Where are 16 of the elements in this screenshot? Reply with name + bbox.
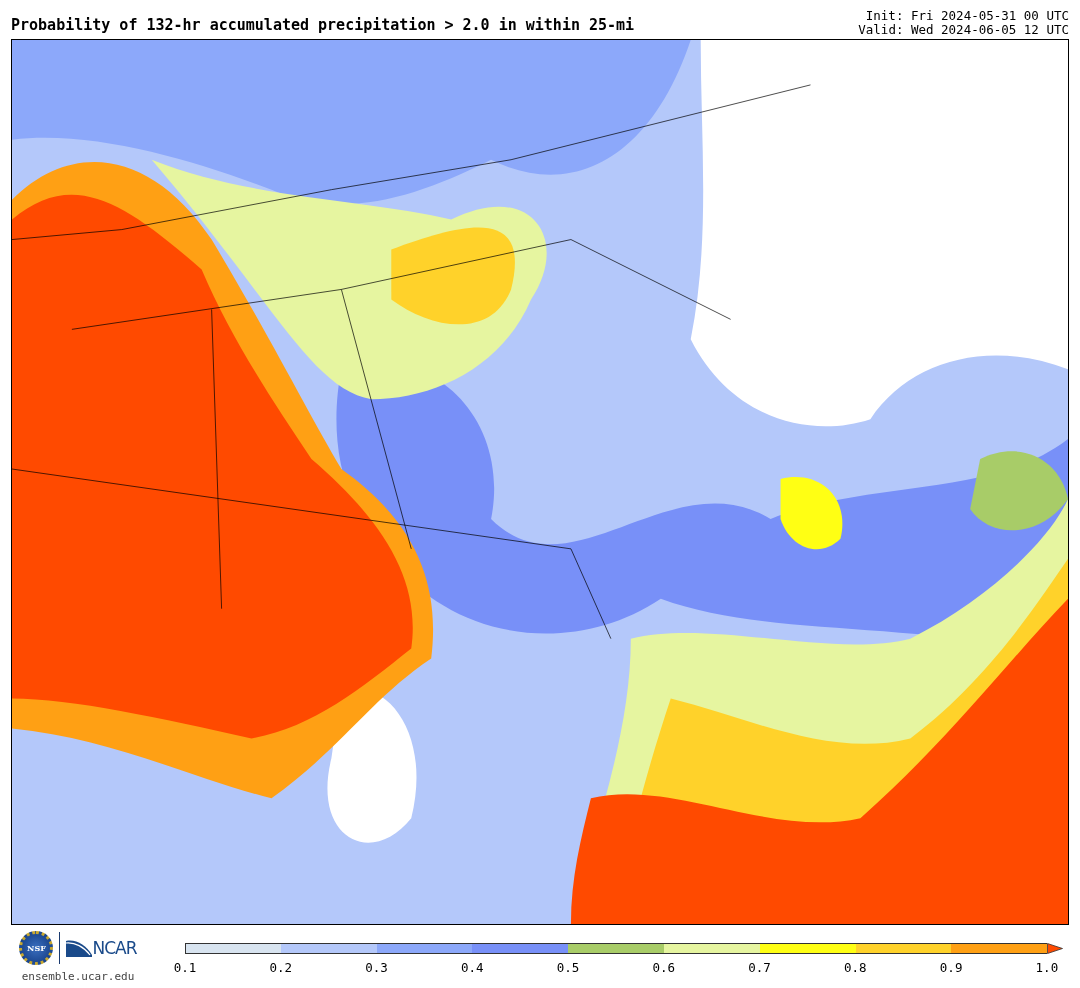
website-url: ensemble.ucar.edu <box>21 970 135 983</box>
colorbar-tick-label: 0.1 <box>173 960 197 975</box>
ncar-logo: NCAR <box>66 938 137 958</box>
nsf-logo: NSF <box>19 931 54 965</box>
valid-time: Valid: Wed 2024-06-05 12 UTC <box>858 23 1069 37</box>
colorbar-tick-label: 0.4 <box>460 960 485 975</box>
colorbar-tick-label: 0.9 <box>939 960 964 975</box>
colorbar-tick-label: 0.5 <box>556 960 581 975</box>
colorbar-tick-label: 0.8 <box>843 960 868 975</box>
colorbar-tick-label: 0.3 <box>364 960 389 975</box>
colorbar-tick-label: 0.2 <box>268 960 293 975</box>
chart-title: Probability of 132-hr accumulated precipitation > 2.0 in within 25-mi <box>11 16 635 36</box>
colorbar-tick-label: 0.7 <box>747 960 772 975</box>
colorbar-tick-label: 0.6 <box>651 960 676 975</box>
colorbar-tick-label: 1.0 <box>1034 960 1059 975</box>
init-time: Init: Fri 2024-05-31 00 UTC <box>865 9 1069 23</box>
